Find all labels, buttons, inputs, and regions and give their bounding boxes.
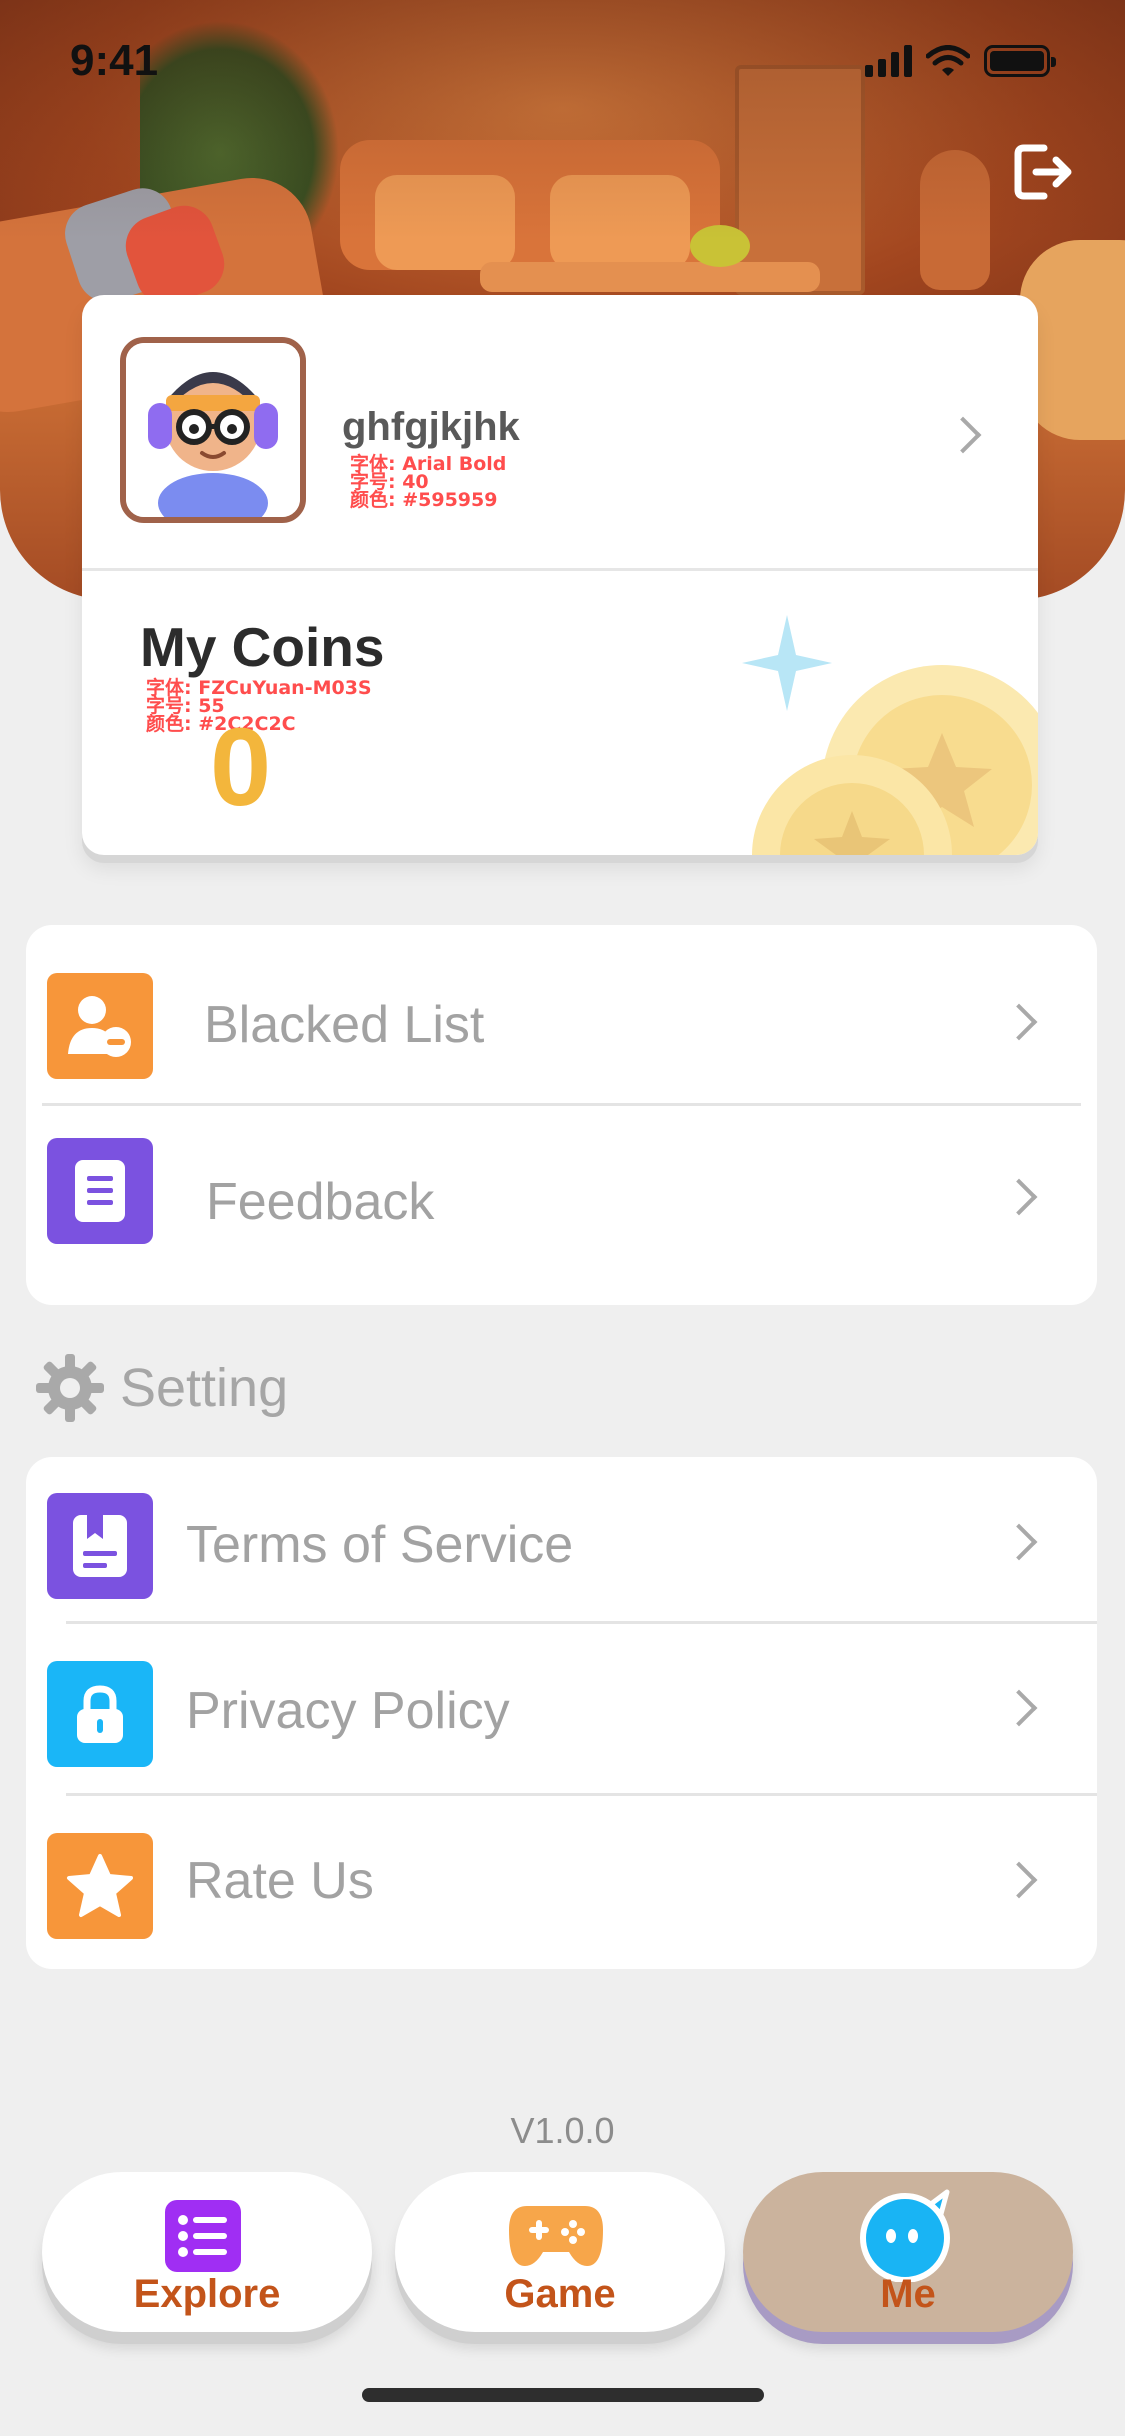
profile-row[interactable]: ghfgjkjhk 字体: Arial Bold 字号: 40 颜色: #595…	[82, 295, 1038, 571]
menu-item-blacked-list[interactable]: Blacked List	[26, 925, 1097, 1097]
menu-item-feedback[interactable]: Feedback	[26, 1100, 1097, 1272]
menu-label: Rate Us	[186, 1852, 374, 1910]
gamepad-icon	[509, 2206, 603, 2266]
tab-me[interactable]: Me	[743, 2172, 1073, 2332]
username: ghfgjkjhk	[342, 405, 520, 449]
menu-label: Blacked List	[204, 996, 485, 1054]
app-version: V1.0.0	[510, 2110, 615, 2151]
setting-title: Setting	[120, 1358, 289, 1418]
primary-menu-card: Blacked List Feedback	[26, 925, 1097, 1305]
document-icon	[47, 1138, 153, 1244]
menu-label: Terms of Service	[186, 1516, 574, 1574]
menu-item-rate-us[interactable]: Rate Us	[26, 1795, 1097, 1967]
logout-icon[interactable]	[1010, 140, 1074, 204]
menu-item-privacy-policy[interactable]: Privacy Policy	[26, 1623, 1097, 1795]
status-icons	[865, 45, 1056, 77]
chat-face-icon	[860, 2189, 950, 2282]
menu-label: Privacy Policy	[186, 1682, 510, 1740]
setting-menu-card: Terms of Service Privacy Policy Rate Us	[26, 1457, 1097, 1969]
profile-card: ghfgjkjhk 字体: Arial Bold 字号: 40 颜色: #595…	[82, 295, 1038, 855]
setting-header: Setting	[34, 1352, 288, 1424]
list-icon	[165, 2200, 241, 2272]
tab-label: Me	[880, 2272, 936, 2316]
avatar-image-icon	[126, 343, 300, 517]
chevron-right-icon	[1000, 1689, 1038, 1727]
tab-explore[interactable]: Explore	[42, 2172, 372, 2332]
chevron-right-icon	[1000, 1003, 1038, 1041]
chevron-right-icon	[1000, 1178, 1038, 1216]
star-icon	[47, 1833, 153, 1939]
bookmark-document-icon	[47, 1493, 153, 1599]
lock-icon	[47, 1661, 153, 1767]
tab-game[interactable]: Game	[395, 2172, 725, 2332]
coins-value: 0	[210, 706, 272, 829]
wifi-icon	[926, 45, 970, 76]
tab-label: Explore	[133, 2272, 281, 2316]
home-indicator	[362, 2388, 764, 2402]
battery-icon	[984, 45, 1056, 77]
chevron-right-icon	[944, 416, 982, 454]
menu-item-terms-of-service[interactable]: Terms of Service	[26, 1457, 1097, 1629]
chevron-right-icon	[1000, 1523, 1038, 1561]
coins-decoration-icon	[742, 615, 1038, 855]
menu-label: Feedback	[206, 1173, 435, 1231]
avatar[interactable]	[120, 337, 306, 523]
signal-icon	[865, 45, 912, 77]
status-time: 9:41	[70, 36, 159, 85]
tab-label: Game	[504, 2272, 616, 2316]
my-coins-title: My Coins	[140, 616, 385, 678]
chevron-right-icon	[1000, 1861, 1038, 1899]
user-block-icon	[47, 973, 153, 1079]
gear-icon	[36, 1354, 104, 1422]
username-annotation: 字体: Arial Bold 字号: 40 颜色: #595959	[350, 453, 507, 511]
